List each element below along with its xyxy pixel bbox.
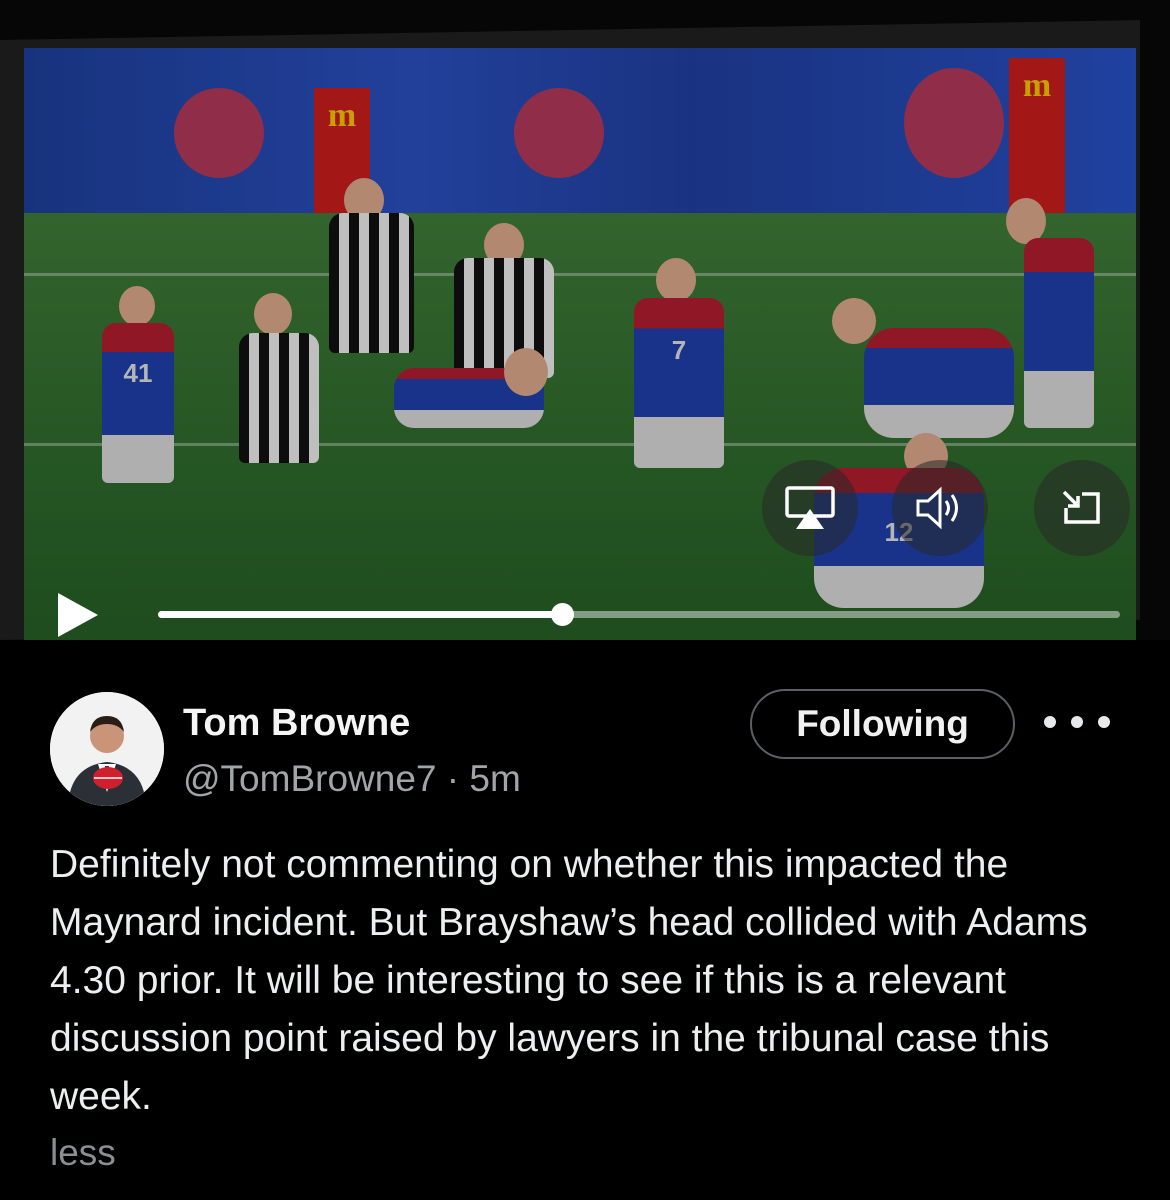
dot [1044, 716, 1056, 728]
minimize-button[interactable] [1034, 460, 1130, 556]
avatar[interactable] [50, 692, 164, 806]
following-button[interactable]: Following [750, 689, 1015, 759]
dot [1071, 716, 1083, 728]
avatar-image [50, 692, 164, 806]
minimize-icon [1062, 490, 1100, 524]
progress-scrubber[interactable] [551, 603, 575, 626]
dot [1098, 716, 1110, 728]
video-overlay [24, 48, 1136, 640]
tweet-body: Definitely not commenting on whether thi… [50, 843, 1088, 1118]
airplay-icon [785, 486, 835, 529]
volume-button[interactable] [892, 460, 988, 556]
more-options-icon[interactable] [1044, 710, 1110, 734]
video-player[interactable]: m m 41 7 12 [0, 0, 1170, 640]
volume-icon [916, 486, 958, 530]
video-progress-bar[interactable] [158, 603, 1120, 626]
tweet-card: Tom Browne @TomBrowne7 · 5m Following De… [0, 640, 1170, 1200]
progress-fill [158, 611, 563, 618]
show-less-link[interactable]: less [50, 1132, 116, 1174]
airplay-button[interactable] [762, 460, 858, 556]
play-icon[interactable] [58, 593, 98, 637]
author-name[interactable]: Tom Browne [183, 702, 410, 745]
video-frame: m m 41 7 12 [24, 48, 1136, 640]
author-handle-time[interactable]: @TomBrowne7 · 5m [183, 758, 521, 800]
